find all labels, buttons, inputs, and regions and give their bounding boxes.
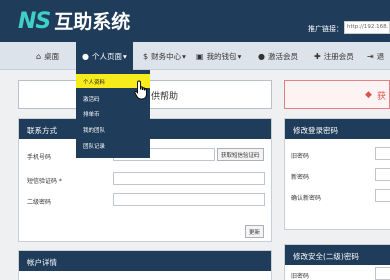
logo[interactable]: NS 互助系统 — [18, 7, 130, 34]
nav-item-register[interactable]: ✚ 注册会员 — [314, 42, 354, 70]
logo-mark: NS — [18, 9, 51, 34]
chevron-down-icon: ▾ — [182, 51, 186, 61]
login-password-panel: 修改登录密码 旧密码 新密码 确认新密码 — [284, 118, 390, 230]
old-password-input[interactable] — [375, 267, 390, 280]
wallet-icon: ▣ — [196, 51, 204, 61]
user-icon: ● — [82, 51, 89, 61]
dollar-icon: $ — [143, 51, 149, 61]
menu-item-my-team[interactable]: 我的团队 — [83, 126, 105, 134]
old-password-input[interactable] — [375, 147, 390, 160]
old-password-label: 旧密码 — [291, 273, 310, 280]
menu-item-team-records[interactable]: 团队记录 — [83, 142, 105, 150]
logo-text: 互助系统 — [54, 11, 131, 33]
nav-item-activate[interactable]: ● 激活会员 — [258, 42, 298, 70]
pin-label: 二级密码 — [27, 199, 52, 206]
add-user-icon: ✚ — [314, 51, 321, 61]
promo-link-label: 推广链接： — [308, 25, 343, 33]
menu-item-order-coin[interactable]: 排单币 — [83, 110, 100, 118]
panel-title: 帐户详情 — [19, 251, 271, 271]
promo-link-field[interactable]: http://192.168.1 — [344, 21, 390, 34]
top-header: NS 互助系统 推广链接： http://192.168.1 — [0, 0, 390, 42]
nav-item-logout[interactable]: ⇥ 退 — [367, 42, 384, 70]
sms-code-input[interactable] — [113, 172, 265, 185]
new-password-label: 新密码 — [291, 174, 310, 181]
chevron-down-icon: ▾ — [237, 51, 242, 61]
phone-label: 手机号码 — [27, 154, 52, 161]
account-panel: 帐户详情 — [18, 250, 272, 280]
sign-out-icon: ⇥ — [367, 51, 374, 61]
confirm-password-input[interactable] — [375, 189, 390, 202]
nav-label: 财务中心 — [151, 51, 182, 61]
get-help-banner[interactable]: ◆ 获 — [284, 80, 390, 109]
nav-label: 注册会员 — [323, 51, 354, 61]
pin-input[interactable] — [113, 193, 265, 206]
panel-title: 修改登录密码 — [285, 119, 390, 139]
old-password-label: 旧密码 — [291, 153, 310, 160]
new-password-input[interactable] — [375, 168, 390, 181]
nav-label: 退 — [376, 51, 385, 61]
nav-label: 个人页面 — [91, 51, 122, 61]
info-icon: ● — [258, 51, 265, 61]
nav-item-desktop[interactable]: ⌂ 桌面 — [36, 42, 59, 70]
hand-cursor-icon — [134, 80, 147, 100]
security-password-panel: 修改安全(二级)密码 旧密码 — [284, 244, 390, 280]
banner-text: 供帮助 — [151, 92, 179, 102]
help-icon: ◆ — [365, 90, 372, 100]
main-nav: ⌂ 桌面 ● 个人页面 ▾ $ 财务中心 ▾ ▣ 我的钱包 ▾ ● 激活会员 ✚… — [0, 42, 390, 70]
menu-item-activation-code[interactable]: 激活码 — [83, 95, 100, 103]
panel-title: 修改安全(二级)密码 — [285, 245, 390, 265]
nav-label: 我的钱包 — [206, 51, 237, 61]
nav-label: 激活会员 — [267, 51, 298, 61]
nav-label: 桌面 — [44, 51, 60, 61]
nav-item-wallet[interactable]: ▣ 我的钱包 ▾ — [196, 42, 241, 70]
update-button[interactable]: 更新 — [245, 225, 265, 238]
nav-item-finance[interactable]: $ 财务中心 ▾ — [143, 42, 186, 70]
nav-item-personal[interactable]: ● 个人页面 ▾ — [76, 42, 133, 70]
confirm-password-label: 确认新密码 — [291, 195, 322, 202]
sms-code-label: 短信验证码 * — [27, 178, 62, 185]
home-icon: ⌂ — [36, 51, 42, 61]
sms-code-button[interactable]: 获取短信验证码 — [217, 148, 264, 161]
chevron-down-icon: ▾ — [122, 51, 127, 61]
banner-text: 获 — [377, 92, 387, 102]
